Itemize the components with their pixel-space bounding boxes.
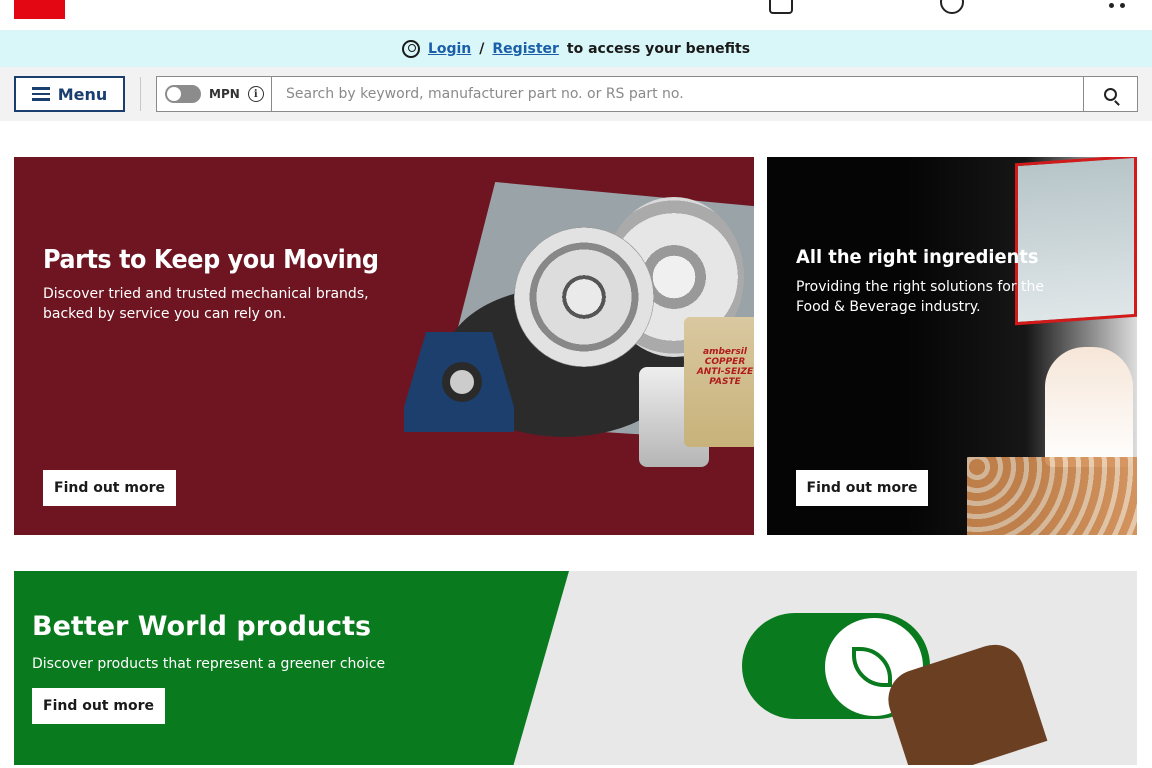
menu-label: Menu — [57, 84, 108, 104]
banner-food-beverage[interactable]: All the right ingredients Providing the … — [767, 157, 1137, 535]
header-link-orders[interactable] — [769, 0, 793, 14]
mpn-toggle[interactable] — [165, 85, 201, 103]
login-link[interactable]: Login — [428, 41, 471, 57]
banner-better-world[interactable]: Better World products Discover products … — [14, 571, 1137, 765]
mpn-toggle-group: MPN i — [157, 77, 272, 111]
benefits-bar: Login / Register to access your benefits — [0, 30, 1152, 67]
hamburger-icon — [31, 87, 50, 101]
register-link[interactable]: Register — [492, 41, 559, 57]
find-out-more-button[interactable]: Find out more — [43, 470, 176, 506]
account-icon — [940, 0, 964, 14]
benefits-separator: / — [479, 40, 485, 57]
search-input[interactable] — [272, 77, 1083, 111]
banner-description: Providing the right solutions for the Fo… — [796, 279, 1045, 315]
banner-description: Discover tried and trusted mechanical br… — [43, 286, 369, 322]
find-out-more-button[interactable]: Find out more — [796, 470, 928, 506]
find-out-more-button[interactable]: Find out more — [32, 688, 165, 724]
paste-can-label: ambersil COPPER ANTI-SEIZE PASTE — [696, 347, 754, 387]
top-header — [0, 0, 1152, 30]
search-icon — [1104, 87, 1117, 101]
cart-icon[interactable] — [1106, 0, 1130, 8]
bearing-image — [514, 227, 654, 367]
mpn-label: MPN — [209, 87, 240, 101]
banner-title: All the right ingredients — [796, 246, 1039, 268]
banner-title: Better World products — [32, 611, 372, 642]
nav-divider — [140, 77, 141, 111]
eggs-image — [967, 457, 1137, 535]
info-icon[interactable]: i — [247, 86, 264, 102]
rs-logo[interactable] — [14, 0, 65, 19]
search-row: Menu MPN i — [0, 67, 1152, 121]
banner-mechanical[interactable]: ambersil COPPER ANTI-SEIZE PASTE Parts t… — [14, 157, 754, 535]
menu-button[interactable]: Menu — [14, 76, 125, 112]
header-link-account[interactable] — [940, 0, 964, 14]
user-circle-icon — [401, 39, 420, 58]
banner-description: Discover products that represent a green… — [32, 656, 386, 672]
chef-image — [1045, 347, 1133, 467]
search-bar: MPN i — [156, 76, 1138, 112]
basket-icon — [769, 0, 793, 14]
banner-title: Parts to Keep you Moving — [43, 245, 379, 275]
benefits-text: to access your benefits — [566, 40, 751, 57]
search-button[interactable] — [1083, 77, 1137, 111]
pillow-block-bore — [442, 362, 482, 402]
